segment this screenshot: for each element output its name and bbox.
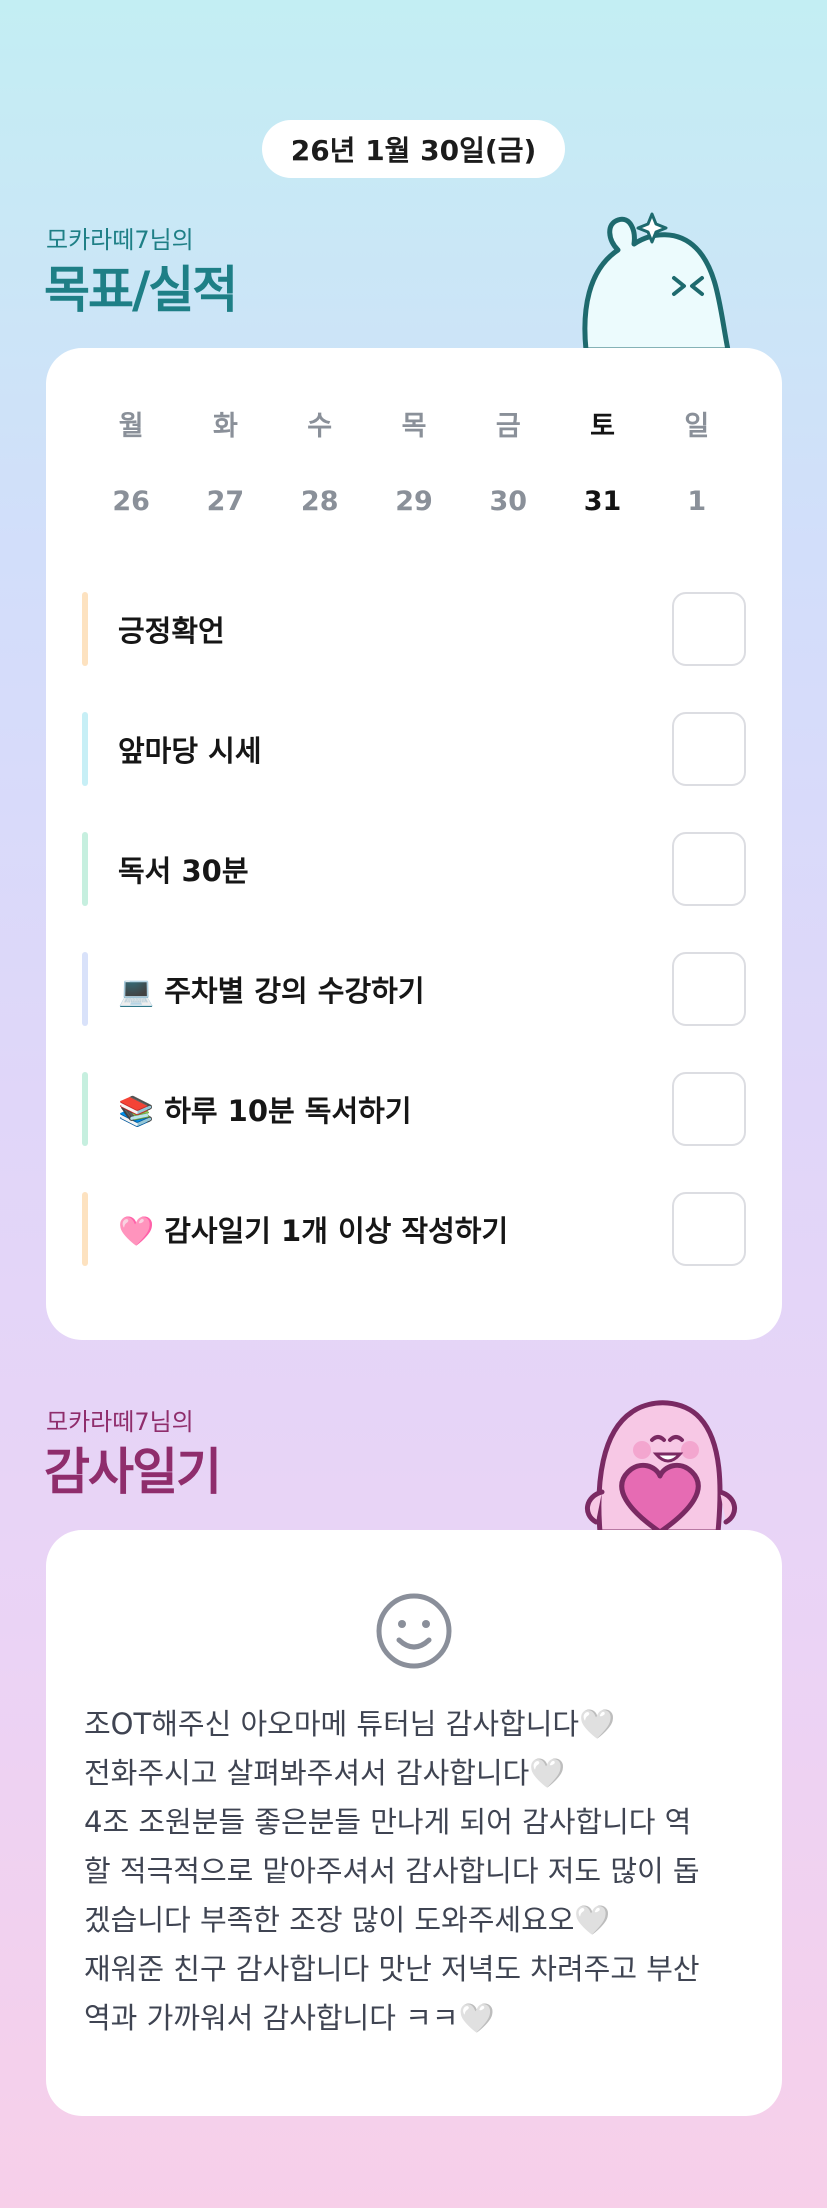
- date-31[interactable]: 31: [555, 486, 649, 517]
- weekday-tue[interactable]: 화: [178, 404, 272, 443]
- weekday-thu[interactable]: 목: [367, 404, 461, 443]
- weekday-mon[interactable]: 월: [84, 404, 178, 443]
- goal-item: 긍정확언: [82, 592, 746, 666]
- goal-item: 독서 30분: [82, 832, 746, 906]
- goal-label: 🩷 감사일기 1개 이상 작성하기: [118, 1214, 509, 1248]
- smile-face-icon[interactable]: [375, 1592, 453, 1670]
- diary-card: 조OT해주신 아오마메 튜터님 감사합니다🤍 전화주시고 살펴봐주셔서 감사합니…: [46, 1530, 782, 2116]
- date-1[interactable]: 1: [650, 486, 744, 517]
- date-29[interactable]: 29: [367, 486, 461, 517]
- diary-line: 역과 가까워서 감사합니다 ㅋㅋ🤍: [84, 2001, 495, 2035]
- goal-checkbox[interactable]: [672, 592, 746, 666]
- date-27[interactable]: 27: [178, 486, 272, 517]
- heart-hug-mascot-icon: [585, 1400, 737, 1532]
- date-row: 26 27 28 29 30 31 1: [46, 486, 782, 517]
- weekday-row: 월 화 수 목 금 토 일: [46, 404, 782, 443]
- goal-color-bar: [82, 592, 88, 666]
- goal-color-bar: [82, 832, 88, 906]
- thumbs-up-mascot-icon: [582, 212, 731, 350]
- weekday-wed[interactable]: 수: [273, 404, 367, 443]
- goal-color-bar: [82, 1072, 88, 1146]
- goal-checkbox[interactable]: [672, 1072, 746, 1146]
- weekday-sun[interactable]: 일: [650, 404, 744, 443]
- date-pill: 26년 1월 30일(금): [262, 120, 565, 178]
- diary-line: 재워준 친구 감사합니다 맛난 저녁도 차려주고 부산: [84, 1952, 700, 1986]
- goal-item: 📚 하루 10분 독서하기: [82, 1072, 746, 1146]
- date-30[interactable]: 30: [461, 486, 555, 517]
- goal-item: 🩷 감사일기 1개 이상 작성하기: [82, 1192, 746, 1266]
- date-28[interactable]: 28: [273, 486, 367, 517]
- goal-checkbox[interactable]: [672, 1192, 746, 1266]
- goal-checkbox[interactable]: [672, 712, 746, 786]
- goal-color-bar: [82, 1192, 88, 1266]
- goal-checkbox[interactable]: [672, 952, 746, 1026]
- diary-line: 겠습니다 부족한 조장 많이 도와주세요오🤍: [84, 1903, 611, 1937]
- diary-line: 전화주시고 살펴봐주셔서 감사합니다🤍: [84, 1756, 566, 1790]
- goals-card: 월 화 수 목 금 토 일 26 27 28 29 30 31 1 긍정확언 앞…: [46, 348, 782, 1340]
- weekday-fri[interactable]: 금: [461, 404, 555, 443]
- goal-color-bar: [82, 712, 88, 786]
- goal-color-bar: [82, 952, 88, 1026]
- goal-item: 앞마당 시세: [82, 712, 746, 786]
- date-26[interactable]: 26: [84, 486, 178, 517]
- goal-label: 앞마당 시세: [118, 734, 262, 768]
- weekday-sat[interactable]: 토: [555, 404, 649, 443]
- goal-item: 💻 주차별 강의 수강하기: [82, 952, 746, 1026]
- diary-text: 조OT해주신 아오마메 튜터님 감사합니다🤍 전화주시고 살펴봐주셔서 감사합니…: [84, 1700, 752, 2043]
- diary-line: 4조 조원분들 좋은분들 만나게 되어 감사합니다 역: [84, 1805, 692, 1839]
- diary-line: 조OT해주신 아오마메 튜터님 감사합니다🤍: [84, 1707, 616, 1741]
- goal-label: 📚 하루 10분 독서하기: [118, 1094, 412, 1128]
- goals-title: 목표/실적: [44, 261, 238, 319]
- goal-label: 긍정확언: [118, 614, 225, 648]
- goal-label: 💻 주차별 강의 수강하기: [118, 974, 425, 1008]
- goal-checkbox[interactable]: [672, 832, 746, 906]
- diary-title: 감사일기: [44, 1443, 222, 1501]
- diary-line: 할 적극적으로 맡아주셔서 감사합니다 저도 많이 돕: [84, 1854, 700, 1888]
- goal-label: 독서 30분: [118, 854, 249, 888]
